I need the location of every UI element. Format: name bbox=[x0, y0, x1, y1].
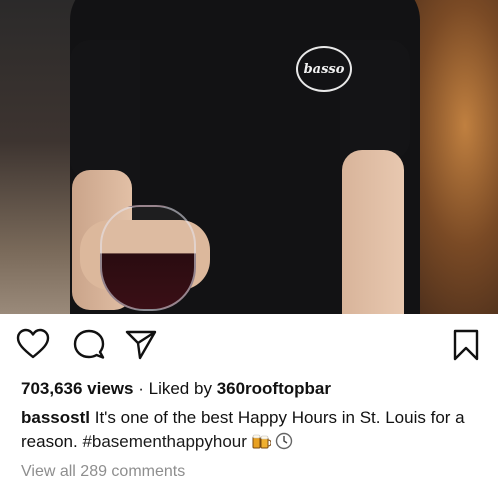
caption-username[interactable]: bassostl bbox=[21, 408, 90, 427]
view-all-comments-link[interactable]: View all 289 comments bbox=[21, 463, 185, 481]
instagram-post: basso 703,636 views · Liked by 360roofto… bbox=[0, 0, 498, 498]
bookmark-icon[interactable] bbox=[450, 328, 482, 362]
wine-glass bbox=[100, 205, 196, 311]
post-caption: bassostl It's one of the best Happy Hour… bbox=[21, 406, 491, 454]
right-sleeve bbox=[340, 40, 410, 160]
left-sleeve bbox=[70, 40, 140, 180]
shirt-logo-text: basso bbox=[303, 61, 345, 77]
paper-plane-icon[interactable] bbox=[124, 328, 158, 360]
post-photo[interactable]: basso bbox=[0, 0, 498, 314]
shirt-logo: basso bbox=[296, 46, 352, 92]
clock-icon bbox=[275, 432, 293, 450]
heart-icon[interactable] bbox=[16, 328, 50, 360]
liked-by-prefix: Liked by bbox=[148, 379, 212, 398]
views-count[interactable]: 703,636 views bbox=[21, 379, 133, 398]
post-stats: 703,636 views · Liked by 360rooftopbar bbox=[21, 378, 331, 400]
stats-separator: · bbox=[138, 379, 144, 398]
comment-bubble-icon[interactable] bbox=[72, 328, 106, 360]
right-arm bbox=[342, 150, 404, 314]
caption-hashtag[interactable]: #basementhappyhour bbox=[82, 432, 246, 451]
beer-mugs-emoji bbox=[251, 432, 272, 450]
liked-by-user[interactable]: 360rooftopbar bbox=[217, 379, 331, 398]
action-bar bbox=[0, 328, 498, 368]
